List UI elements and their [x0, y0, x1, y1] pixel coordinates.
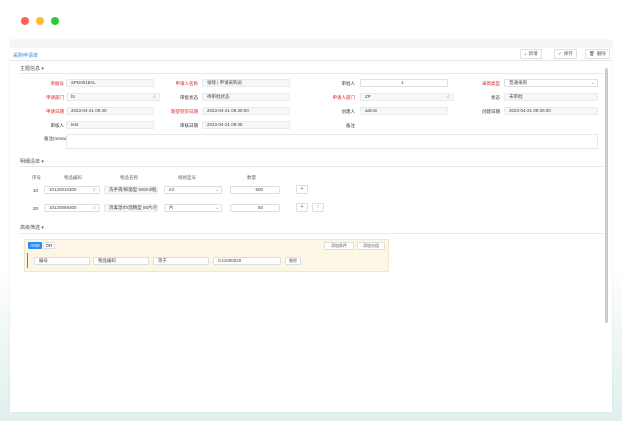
new-button[interactable]: + 新增 — [520, 49, 542, 59]
label-purchase-type: 采购类型 — [482, 81, 500, 86]
item-code-field[interactable]: 10120010300 — [44, 186, 100, 194]
item-name-field: 洗手液/抑菌型 500ml/瓶 — [104, 186, 158, 194]
plus-icon: + — [524, 51, 527, 57]
apply-date-field[interactable]: 2023-04-21 09:40 — [66, 107, 154, 115]
divider — [20, 166, 604, 167]
filter-delete-button[interactable]: 删除 — [285, 257, 301, 265]
reviewer-field: test — [66, 121, 154, 129]
column-header-name: 物品名称 — [120, 175, 138, 180]
label-expect-date: 期望到货日期 — [171, 109, 198, 114]
add-row-button[interactable]: + — [296, 203, 308, 212]
filter-field-select[interactable]: 编号 — [34, 257, 90, 265]
applicant-name-field[interactable]: 张晓 | 申请采购员 — [202, 79, 290, 87]
item-code-field[interactable]: 10120069300 — [44, 204, 100, 212]
label-applicant-name: 申请人名称 — [175, 81, 199, 86]
label-remark-short: 备注 — [346, 123, 355, 128]
label-apply-date: 申请日期 — [46, 109, 64, 114]
group-bracket — [27, 253, 28, 268]
spec-select[interactable]: 片 — [164, 204, 222, 212]
divider — [20, 73, 604, 74]
chevron-down-icon: ⌄ — [591, 80, 596, 86]
label-review-date: 审核日期 — [180, 123, 198, 128]
review-date-field: 2023-04-21 09:45 — [202, 121, 290, 129]
and-toggle[interactable]: AND — [28, 242, 42, 249]
item-name-field: 消毒湿巾/酒精型 80片/包 — [104, 204, 158, 212]
divider — [20, 233, 604, 234]
row-no: 20 — [32, 206, 38, 211]
approval-status-field: 待审批状态 — [202, 93, 290, 101]
column-header-qty: 数量 — [247, 175, 256, 180]
title-bar: 采购申请单 + 新增 ✓ 保存 🗑 删除 — [10, 48, 612, 61]
chevron-down-icon: ▾ — [41, 66, 44, 72]
plus-icon: + — [300, 186, 304, 192]
filter-operator-select[interactable]: 等于 — [153, 257, 209, 265]
doc-no-field[interactable]: SPD0018AL — [66, 79, 154, 87]
expect-date-field[interactable]: 2023-04-21 09:30:00 — [202, 107, 290, 115]
search-icon[interactable]: ⌕ — [153, 94, 156, 100]
filter-value-input[interactable]: C41000020 — [213, 257, 281, 265]
move-up-button[interactable]: ↑ — [312, 203, 324, 212]
scrollbar[interactable] — [605, 68, 608, 323]
chevron-down-icon: ▾ — [41, 159, 44, 165]
label-apply-status: 状态 — [491, 95, 500, 100]
creator-field: admin — [360, 107, 448, 115]
delete-button[interactable]: 🗑 删除 — [585, 49, 610, 59]
window-controls — [21, 17, 59, 25]
label-applicant-dept: 申请人部门 — [332, 95, 356, 100]
app-window: 采购申请单 + 新增 ✓ 保存 🗑 删除 主题信息 ▾ 单据号 SPD0018AL 申… — [10, 40, 612, 412]
arrow-up-icon: ↑ — [316, 204, 320, 210]
spec-select[interactable]: ml — [164, 186, 222, 194]
chevron-down-icon: ▾ — [41, 225, 44, 231]
label-remark: 备注(remark) — [44, 136, 70, 141]
save-button[interactable]: ✓ 保存 — [554, 49, 577, 59]
approver-field[interactable]: 1 — [360, 79, 448, 87]
purchase-type-select[interactable]: 普通采购 — [504, 79, 598, 87]
chevron-down-icon: ⌄ — [215, 205, 220, 211]
filter-panel: AND OR 添加条件 添加分组 编号 物品编码 等于 C41000020 删除 — [24, 239, 389, 272]
add-group-button[interactable]: 添加分组 — [357, 242, 385, 250]
form-panel: 采购申请单 + 新增 ✓ 保存 🗑 删除 主题信息 ▾ 单据号 SPD0018AL 申… — [10, 48, 612, 412]
apply-status-field: 未审批 — [504, 93, 598, 101]
create-date-field: 2023-04-21 09:30:00 — [504, 107, 598, 115]
search-icon[interactable]: ⌕ — [93, 187, 96, 193]
column-header-no: 序号 — [32, 175, 41, 180]
label-approval-status: 审批状态 — [180, 95, 198, 100]
search-icon[interactable]: ⌕ — [93, 205, 96, 211]
add-row-button[interactable]: + — [296, 185, 308, 194]
qty-stepper[interactable]: 60 — [230, 204, 280, 212]
column-header-spec: 规格型号 — [178, 175, 196, 180]
label-doc-no: 单据号 — [50, 81, 65, 86]
filter-field2-select[interactable]: 物品编码 — [93, 257, 149, 265]
check-icon: ✓ — [558, 51, 562, 56]
chevron-down-icon: ⌄ — [215, 187, 220, 193]
label-approver: 审批人 — [341, 81, 356, 86]
plus-icon: + — [300, 204, 304, 210]
label-creator: 创建人 — [341, 109, 356, 114]
add-condition-button[interactable]: 添加条件 — [324, 242, 354, 250]
remark-textarea[interactable] — [66, 134, 598, 149]
column-header-code: 物品编码 — [64, 175, 82, 180]
maximize-dot-icon[interactable] — [51, 17, 59, 25]
label-reviewer: 审核人 — [50, 123, 65, 128]
section-detail-header[interactable]: 明细清单 ▾ — [20, 158, 44, 165]
minimize-dot-icon[interactable] — [36, 17, 44, 25]
label-create-date: 创建日期 — [482, 109, 500, 114]
apply-dept-field[interactable]: bt — [66, 93, 160, 101]
section-main-header[interactable]: 主题信息 ▾ — [20, 65, 44, 72]
or-toggle[interactable]: OR — [43, 242, 55, 249]
close-dot-icon[interactable] — [21, 17, 29, 25]
applicant-dept-field[interactable]: ZP — [360, 93, 454, 101]
search-icon[interactable]: ⌕ — [447, 94, 450, 100]
qty-stepper[interactable]: 500 — [230, 186, 280, 194]
label-apply-dept: 申请部门 — [46, 95, 64, 100]
section-filter-header[interactable]: 高级筛选 ▾ — [20, 224, 44, 231]
trash-icon: 🗑 — [589, 51, 595, 56]
page-title: 采购申请单 — [13, 53, 39, 59]
row-no: 10 — [32, 188, 38, 193]
